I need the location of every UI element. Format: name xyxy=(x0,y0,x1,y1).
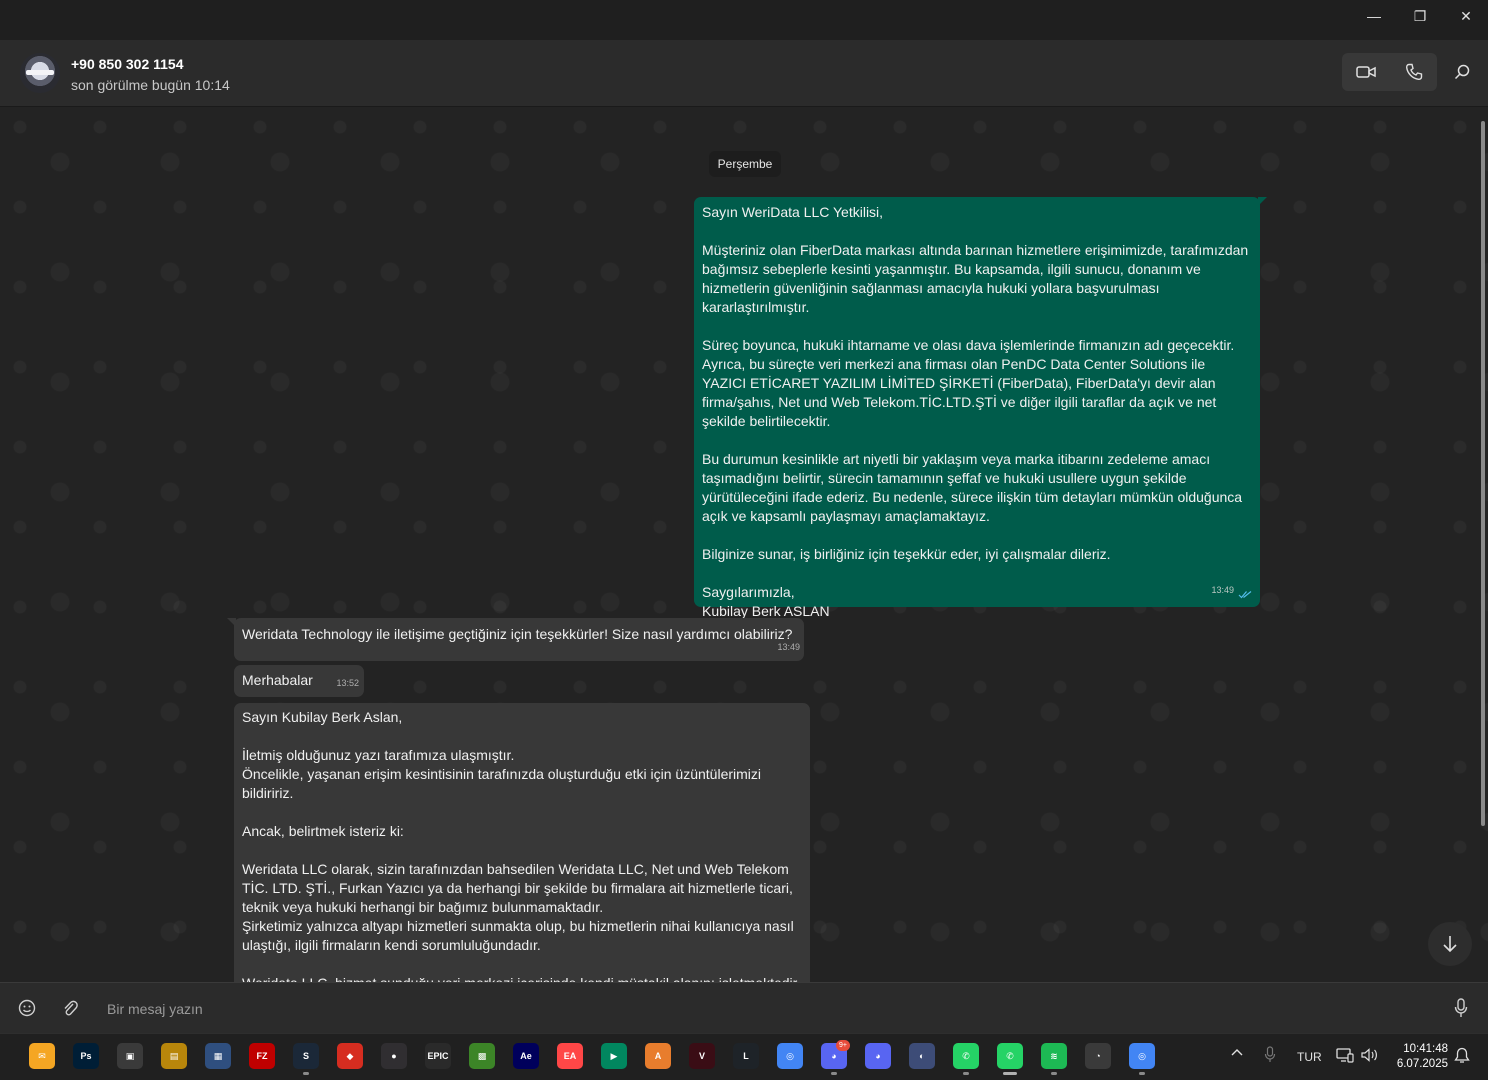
message-outgoing[interactable]: Sayın WeriData LLC Yetkilisi, Müşteriniz… xyxy=(694,197,1260,619)
running-indicator xyxy=(1051,1072,1057,1075)
photoshop-app[interactable]: Ps xyxy=(73,1043,99,1069)
contact-name[interactable]: +90 850 302 1154 xyxy=(71,56,184,72)
running-indicator xyxy=(1139,1072,1145,1075)
chat-messages-area[interactable]: Perşembe Sayın WeriData LLC Yetkilisi, M… xyxy=(0,107,1488,982)
whatsapp-app[interactable]: ✆ xyxy=(953,1043,979,1069)
pc-app[interactable]: ▦ xyxy=(205,1043,231,1069)
scroll-to-bottom-button[interactable] xyxy=(1428,922,1472,966)
message-composer xyxy=(0,982,1488,1034)
message-time: 13:52 xyxy=(336,678,359,688)
filezilla-app[interactable]: FZ xyxy=(249,1043,275,1069)
play-games-app[interactable]: ▶ xyxy=(601,1043,627,1069)
search-icon xyxy=(1454,64,1470,80)
speedometer-app[interactable]: ◔ xyxy=(1085,1043,1111,1069)
photos-app[interactable]: ▣ xyxy=(117,1043,143,1069)
arrow-down-icon xyxy=(1443,936,1457,953)
running-indicator xyxy=(963,1072,969,1075)
maximize-button[interactable]: ❐ xyxy=(1397,0,1443,32)
epic-games-app[interactable]: EPIC xyxy=(425,1043,451,1069)
search-button[interactable] xyxy=(1447,53,1477,91)
discord-alt-app[interactable]: ◕ xyxy=(865,1043,891,1069)
running-indicator xyxy=(303,1072,309,1075)
microphone-icon xyxy=(1264,1046,1276,1062)
message-text: Sayın WeriData LLC Yetkilisi, Müşteriniz… xyxy=(702,204,1249,619)
message-text: Weridata Technology ile iletişime geçtiğ… xyxy=(242,626,793,642)
emoji-button[interactable] xyxy=(14,995,40,1021)
valorant-app[interactable]: V xyxy=(689,1043,715,1069)
obs-app[interactable]: ● xyxy=(381,1043,407,1069)
call-buttons-group xyxy=(1342,53,1437,91)
chat-scrollbar[interactable] xyxy=(1481,121,1485,826)
discord-notification-badge: 9+ xyxy=(836,1040,850,1051)
message-incoming[interactable]: Sayın Kubilay Berk Aslan, İletmiş olduğu… xyxy=(234,703,810,982)
language-indicator[interactable]: TUR xyxy=(1297,1050,1322,1064)
notifications-button[interactable] xyxy=(1454,1047,1470,1067)
chrome-app[interactable]: ◎ xyxy=(777,1043,803,1069)
read-receipt-icon xyxy=(1238,591,1252,599)
last-seen-status: son görülme bugün 10:14 xyxy=(71,77,230,93)
close-button[interactable]: ✕ xyxy=(1443,0,1488,32)
video-call-icon xyxy=(1355,66,1376,78)
chevron-up-icon xyxy=(1231,1049,1243,1056)
sync-app[interactable]: ◐ xyxy=(909,1043,935,1069)
volume-tray-button[interactable] xyxy=(1361,1047,1379,1066)
minecraft-app[interactable]: ▩ xyxy=(469,1043,495,1069)
league-app[interactable]: L xyxy=(733,1043,759,1069)
ea-app[interactable]: EA xyxy=(557,1043,583,1069)
microphone-icon xyxy=(1454,998,1468,1017)
avatar[interactable] xyxy=(20,53,60,93)
emoji-icon xyxy=(18,999,36,1017)
bubble-tail-incoming xyxy=(227,618,236,627)
message-incoming[interactable]: Merhabalar 13:52 xyxy=(234,665,364,697)
attach-icon xyxy=(64,1000,78,1016)
spotify-app[interactable]: ≋ xyxy=(1041,1043,1067,1069)
message-incoming[interactable]: Weridata Technology ile iletişime geçtiğ… xyxy=(234,618,804,661)
message-time: 13:49 xyxy=(777,642,800,652)
clock-date: 6.07.2025 xyxy=(1396,1058,1448,1070)
running-indicator xyxy=(1003,1072,1017,1075)
mail-app[interactable]: ✉ xyxy=(29,1043,55,1069)
minimize-button[interactable]: — xyxy=(1351,0,1397,32)
windows-taskbar: ✉ Ps ▣ ▤ ▦ FZ S ◆ ● EPIC ▩ Ae EA ▶ A V L ◎ ◕ ◕ ◐ ✆ ✆ ≋ ◔ ◎ 9+ TUR… xyxy=(0,1033,1488,1080)
voice-call-icon xyxy=(1405,63,1422,81)
notification-bell-icon xyxy=(1454,1047,1470,1063)
network-tray-button[interactable] xyxy=(1336,1047,1354,1066)
after-effects-app[interactable]: Ae xyxy=(513,1043,539,1069)
whatsapp-active-app[interactable]: ✆ xyxy=(997,1043,1023,1069)
chat-header: +90 850 302 1154 son görülme bugün 10:14 xyxy=(0,40,1488,107)
volume-icon xyxy=(1361,1048,1377,1062)
arc-app[interactable]: A xyxy=(645,1043,671,1069)
system-clock[interactable]: 10:41:48 6.07.2025 xyxy=(1392,1042,1448,1072)
message-input[interactable] xyxy=(100,991,1439,1027)
folder-app[interactable]: ▤ xyxy=(161,1043,187,1069)
voice-message-button[interactable] xyxy=(1448,995,1474,1021)
network-icon xyxy=(1336,1048,1354,1063)
video-call-button[interactable] xyxy=(1342,53,1389,91)
show-hidden-icons-button[interactable] xyxy=(1230,1046,1244,1060)
clock-time: 10:41:48 xyxy=(1403,1043,1448,1055)
message-text: Sayın Kubilay Berk Aslan, İletmiş olduğu… xyxy=(242,709,797,982)
mic-tray-button[interactable] xyxy=(1264,1046,1276,1066)
bubble-tail-outgoing xyxy=(1258,197,1267,206)
message-time: 13:49 xyxy=(1211,585,1234,595)
voice-call-button[interactable] xyxy=(1390,53,1437,91)
running-indicator xyxy=(831,1072,837,1075)
chrome-profile-app[interactable]: ◎ xyxy=(1129,1043,1155,1069)
attach-button[interactable] xyxy=(57,995,83,1021)
window-titlebar: — ❐ ✕ xyxy=(0,0,1488,40)
steam-app[interactable]: S xyxy=(293,1043,319,1069)
date-separator: Perşembe xyxy=(709,151,781,177)
anydesk-app[interactable]: ◆ xyxy=(337,1043,363,1069)
